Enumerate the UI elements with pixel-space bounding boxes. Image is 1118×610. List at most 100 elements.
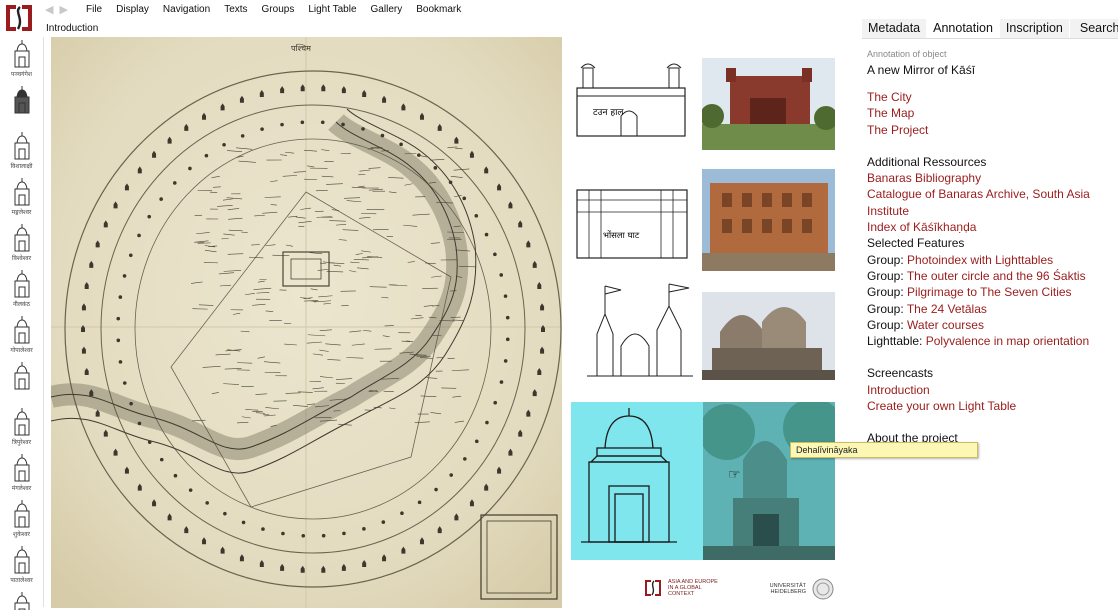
tab-search[interactable]: Search <box>1069 19 1118 38</box>
map-tree-mark <box>241 520 246 525</box>
footer-cluster-text: ASIA AND EUROPE IN A GLOBAL CONTEXT <box>668 579 718 597</box>
menu-gallery[interactable]: Gallery <box>371 4 403 15</box>
feature-item: Group: Pilgrimage to The Seven Cities <box>867 284 1113 300</box>
panel-body: Annotation of object A new Mirror of Kāś… <box>862 39 1118 447</box>
strip-temple-item[interactable]: शुकेश्वर <box>0 497 43 543</box>
feature-link[interactable]: The 24 Vetālas <box>907 302 987 316</box>
map-tree-mark <box>400 511 404 516</box>
tab-annotation[interactable]: Annotation <box>927 19 1000 38</box>
link-the-map[interactable]: The Map <box>867 105 1113 121</box>
features-list: Group: Photoindex with Lighttables Group:… <box>867 252 1113 350</box>
map-tree-mark <box>300 120 305 125</box>
map-tree-mark <box>320 120 325 125</box>
photo-bhonsla-ghat[interactable] <box>702 169 835 271</box>
map-tree-mark <box>204 153 209 158</box>
map-tree-mark <box>280 122 284 127</box>
breadcrumb[interactable]: Introduction <box>46 23 98 34</box>
menu-file[interactable]: File <box>86 4 102 15</box>
map-tree-mark <box>341 122 345 127</box>
strip-temple-item[interactable]: पञ्चगंगेश <box>0 37 43 83</box>
map-image[interactable]: पश्चिम <box>51 37 562 608</box>
sketch-bhonsla-ghat[interactable]: भोंसला घाट <box>571 176 693 266</box>
feature-link[interactable]: Photoindex with Lighttables <box>907 253 1053 267</box>
strip-temple-item[interactable]: विशालाक्षी <box>0 129 43 175</box>
menu-bookmark[interactable]: Bookmark <box>416 4 461 15</box>
strip-caption: विश्वेश्वर <box>11 255 32 262</box>
photo-temple-domes[interactable] <box>702 292 835 380</box>
tab-inscription[interactable]: Inscription <box>999 19 1070 38</box>
footer-cluster-logo[interactable]: ASIA AND EUROPE IN A GLOBAL CONTEXT <box>643 578 718 598</box>
feature-link[interactable]: Water courses <box>907 318 984 332</box>
map-tree-mark <box>128 253 133 258</box>
link-index-kasikhanda[interactable]: Index of Kāśīkhaṇḍa <box>867 219 1113 235</box>
sketch-temple-domes[interactable] <box>581 280 699 380</box>
screencasts-heading: Screencasts <box>867 366 934 381</box>
menu-navigation[interactable]: Navigation <box>163 4 210 15</box>
menu-light-table[interactable]: Light Table <box>308 4 356 15</box>
map-tree-mark <box>222 142 226 147</box>
temple-icon <box>14 362 29 390</box>
map-tree-mark <box>188 488 193 492</box>
map-tree-mark <box>474 214 479 218</box>
feature-prefix: Group: <box>867 301 907 316</box>
link-catalogue-banaras-archive[interactable]: Catalogue of Banaras Archive, South Asia… <box>867 186 1113 219</box>
feature-link[interactable]: Polyvalence in map orientation <box>926 334 1089 348</box>
map-tree-mark <box>381 520 386 524</box>
link-the-city[interactable]: The City <box>867 89 1113 105</box>
footer-university-logo[interactable]: UNIVERSITÄT HEIDELBERG <box>764 578 834 600</box>
back-arrow-icon[interactable]: ◀ <box>45 4 53 16</box>
strip-temple-item[interactable]: मङ्गलेश्वर <box>0 175 43 221</box>
footer-university-text: UNIVERSITÄT HEIDELBERG <box>769 583 806 595</box>
strip-temple-item[interactable]: मंगलेश्वर <box>0 451 43 497</box>
sketch-label-town-hall: टउन हाल <box>593 108 624 118</box>
map-tree-mark <box>434 487 438 492</box>
tab-metadata[interactable]: Metadata <box>862 19 928 38</box>
feature-prefix: Group: <box>867 317 908 332</box>
temple-icon <box>14 40 29 68</box>
map-north-label: पश्चिम <box>291 43 311 53</box>
link-screencast-light-table[interactable]: Create your own Light Table <box>867 398 1113 414</box>
link-the-project[interactable]: The Project <box>867 122 1113 138</box>
feature-link[interactable]: The outer circle and the 96 Śaktis <box>907 269 1086 283</box>
menu-display[interactable]: Display <box>116 4 149 15</box>
strip-temple-item[interactable]: गोपालेश्वर <box>0 313 43 359</box>
annotation-panel: Metadata Annotation Inscription Search A… <box>862 19 1118 609</box>
feature-prefix: Lighttable: <box>867 334 926 349</box>
strip-temple-item[interactable] <box>0 359 43 405</box>
map-tree-mark <box>462 196 467 201</box>
forward-arrow-icon[interactable]: ▶ <box>59 4 67 16</box>
map-tree-mark <box>380 133 385 138</box>
temple-icon <box>14 546 29 574</box>
feature-item: Group: Water courses <box>867 317 1113 333</box>
strip-caption: मंगलेश्वर <box>11 485 32 492</box>
temple-icon <box>14 132 29 160</box>
link-banaras-bibliography[interactable]: Banaras Bibliography <box>867 170 1113 186</box>
menu-texts[interactable]: Texts <box>224 4 247 15</box>
sketch-town-hall[interactable]: टउन हाल <box>571 58 693 148</box>
strip-temple-item[interactable]: पातालेश्वर <box>0 543 43 589</box>
sketch-dehalivinayaka <box>581 408 677 543</box>
asia-europe-logo-icon[interactable] <box>2 2 36 34</box>
map-tree-mark <box>159 457 164 462</box>
temple-icon <box>14 592 29 610</box>
strip-temple-item[interactable] <box>0 83 43 129</box>
feature-link[interactable]: Pilgrimage to The Seven Cities <box>907 285 1072 299</box>
menu-groups[interactable]: Groups <box>262 4 295 15</box>
map-tree-mark <box>260 127 264 131</box>
temple-icon <box>14 270 29 298</box>
strip-caption: मङ्गलेश्वर <box>11 209 32 216</box>
strip-temple-item[interactable]: त्रिपुरेश्वर <box>0 405 43 451</box>
link-screencast-introduction[interactable]: Introduction <box>867 382 1113 398</box>
strip-temple-item[interactable]: नीलकंठ <box>0 267 43 313</box>
additional-resources-heading: Additional Ressources <box>867 154 987 169</box>
strip-temple-item[interactable] <box>0 589 43 610</box>
cursor-pointer-icon: ☞ <box>728 466 741 482</box>
strip-temple-item[interactable]: विश्वेश्वर <box>0 221 43 267</box>
annotation-caption: Annotation of object <box>867 49 947 59</box>
map-tree-mark <box>173 473 178 478</box>
cluster-logo-icon <box>645 580 661 596</box>
photo-town-hall[interactable] <box>700 58 838 150</box>
feature-item: Lighttable: Polyvalence in map orientati… <box>867 333 1113 349</box>
highlighted-pair-dehalivinayaka[interactable]: ☞ <box>571 402 835 560</box>
map-tree-mark <box>417 153 421 157</box>
